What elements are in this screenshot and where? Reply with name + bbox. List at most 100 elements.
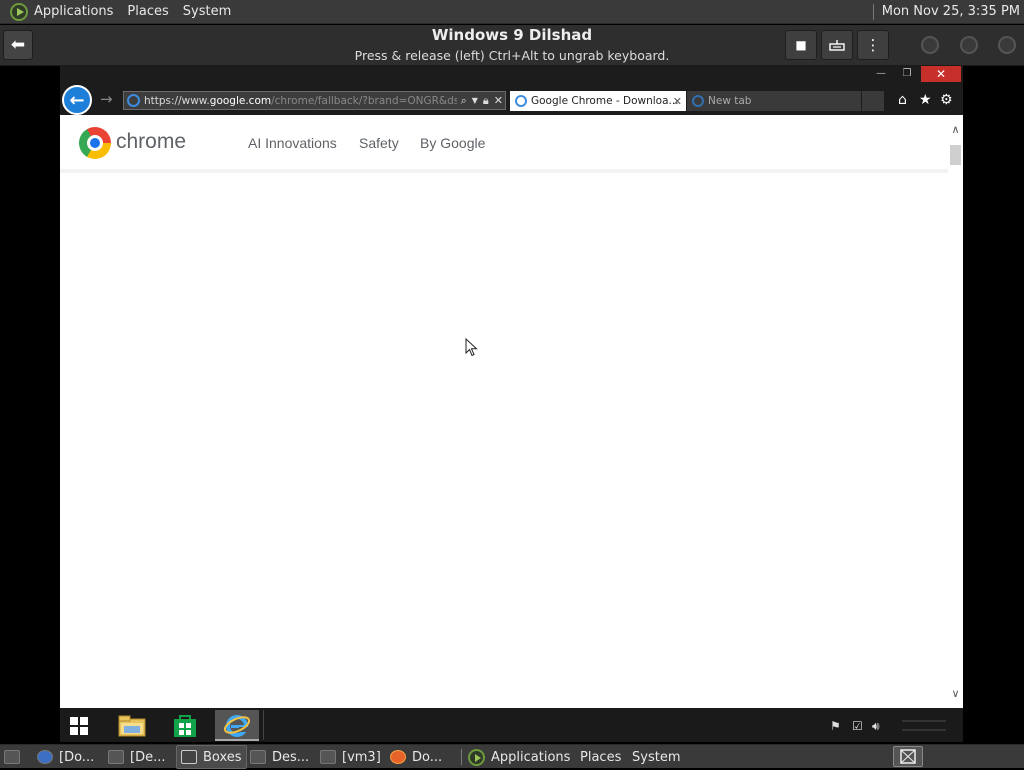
close-window-button[interactable] — [998, 36, 1016, 54]
url-path: /chrome/fallback/?brand=ONGR&ds_k — [271, 94, 471, 107]
taskbar-window-4[interactable]: Des... — [250, 745, 309, 769]
dropdown-arrow-icon[interactable]: ▼ — [472, 96, 478, 105]
folder-icon — [320, 750, 336, 764]
places-menu[interactable]: Places — [127, 4, 176, 19]
page-scrollbar[interactable]: ∧ ∨ — [948, 115, 963, 708]
ie-minimize-button[interactable]: — — [868, 67, 894, 82]
scroll-thumb[interactable] — [950, 145, 961, 165]
panel-separator — [461, 749, 462, 765]
applications-menu[interactable]: Applications — [468, 745, 570, 769]
tab-google-chrome-download[interactable]: Google Chrome - Downloa... ✕ — [510, 91, 686, 111]
chrome-logo-icon[interactable] — [79, 127, 111, 159]
url-prefix: https://www. — [144, 94, 210, 107]
search-icon[interactable]: ⌕ — [461, 94, 467, 108]
gnome-foot-icon — [468, 748, 485, 766]
tab-new-tab[interactable]: New tab — [687, 91, 861, 111]
chevron-down-icon[interactable]: ∨ — [948, 687, 963, 700]
web-page[interactable]: chrome AI Innovations Safety By Google — [60, 115, 948, 708]
window-label: [De... — [130, 749, 166, 765]
lock-icon[interactable]: 🔒︎ — [483, 94, 489, 108]
show-desktop-button[interactable] — [2, 745, 24, 769]
ie-page-icon — [692, 95, 704, 107]
vm-letterbox-left — [0, 66, 60, 742]
folder-icon — [250, 750, 266, 764]
system-menu[interactable]: System — [632, 745, 680, 769]
address-bar-icons: ⌕ ▼ 🔒︎ ✕ — [456, 92, 503, 109]
address-bar[interactable]: https://www. google.com /chrome/fallback… — [123, 91, 506, 110]
favorites-star-icon[interactable]: ★ — [919, 93, 932, 107]
ie-forward-button[interactable]: → — [100, 90, 113, 108]
bottom-panel: [Do... [De... Boxes Des... [vm3] Do... A… — [0, 744, 1024, 769]
nav-ai-innovations[interactable]: AI Innovations — [248, 135, 337, 151]
close-tab-icon[interactable]: ✕ — [673, 95, 682, 108]
stop-icon: ■ — [795, 38, 807, 52]
ie-page-icon — [127, 94, 140, 107]
panel-separator — [872, 3, 874, 20]
system-menu[interactable]: System — [183, 4, 239, 19]
gear-icon[interactable]: ⚙ — [940, 93, 953, 107]
menu-label: Applications — [491, 749, 571, 765]
folder-icon — [108, 750, 124, 764]
workspace-switcher[interactable] — [893, 746, 923, 767]
ie-toolbar: ← → https://www. google.com /chrome/fall… — [60, 84, 963, 115]
windows-tray-clock[interactable] — [898, 711, 950, 739]
applications-menu[interactable]: Applications — [34, 4, 121, 19]
boxes-icon — [900, 749, 916, 764]
keyboard-icon — [829, 40, 845, 51]
window-label: Do... — [412, 749, 443, 765]
taskbar-window-5[interactable]: [vm3] — [320, 745, 381, 769]
ie-title-bar: — ❐ ✕ — [60, 66, 963, 84]
internet-explorer-icon — [223, 714, 251, 737]
arrow-left-icon: ← — [69, 89, 85, 111]
panel-clock[interactable]: Mon Nov 25, 3:35 PM — [882, 4, 1024, 19]
action-center-flag-icon[interactable]: ⚑ — [830, 719, 841, 733]
browser-icon — [37, 750, 53, 764]
gnome-foot-icon[interactable] — [10, 2, 28, 21]
taskbar-window-1[interactable]: [Do... — [37, 745, 94, 769]
window-label: [Do... — [59, 749, 95, 765]
site-header: chrome AI Innovations Safety By Google — [60, 115, 948, 173]
new-tab-button[interactable] — [862, 91, 884, 111]
maximize-window-button[interactable] — [960, 36, 978, 54]
pause-vm-button[interactable]: ■ — [785, 30, 817, 60]
volume-icon[interactable]: 🔊︎ — [872, 719, 880, 734]
chevron-up-icon[interactable]: ∧ — [948, 123, 963, 136]
vm-letterbox-right — [963, 66, 1024, 742]
ie-restore-button[interactable]: ❐ — [894, 67, 920, 82]
taskbar-window-2[interactable]: [De... — [108, 745, 165, 769]
file-explorer-taskbar-button[interactable] — [110, 710, 154, 741]
desktop-icon — [4, 750, 20, 764]
windows-start-icon[interactable] — [70, 717, 88, 735]
tab-label: Google Chrome - Downloa... — [531, 95, 679, 107]
top-panel: Applications Places System Mon Nov 25, 3… — [0, 0, 1024, 24]
nav-safety[interactable]: Safety — [359, 135, 399, 151]
properties-menu-button[interactable]: ⋮ — [857, 30, 889, 60]
store-taskbar-button[interactable] — [163, 710, 207, 741]
tab-label: New tab — [708, 95, 752, 107]
store-bag-icon — [174, 714, 196, 737]
vm-display[interactable]: — ❐ ✕ ← → https://www. google.com /chrom… — [60, 66, 963, 742]
ie-close-button[interactable]: ✕ — [921, 66, 961, 82]
menu-label: System — [632, 749, 681, 765]
ie-back-button[interactable]: ← — [62, 85, 92, 115]
home-icon[interactable]: ⌂ — [898, 93, 907, 107]
mouse-pointer-icon — [465, 338, 478, 357]
internet-explorer-taskbar-button[interactable] — [215, 710, 259, 741]
window-label: [vm3] — [342, 749, 381, 765]
window-label: Boxes — [203, 749, 242, 765]
boxes-header-bar: ⬅ Windows 9 Dilshad Press & release (lef… — [0, 25, 1024, 66]
taskbar-window-6[interactable]: Do... — [390, 745, 442, 769]
ie-page-icon — [515, 95, 527, 107]
taskbar-separator — [263, 710, 264, 740]
network-icon[interactable]: ☑ — [852, 719, 863, 733]
taskbar-window-boxes[interactable]: Boxes — [176, 745, 247, 769]
vertical-dots-icon: ⋮ — [865, 36, 881, 54]
send-keys-button[interactable] — [821, 30, 853, 60]
places-menu[interactable]: Places — [580, 745, 621, 769]
stop-loading-icon[interactable]: ✕ — [494, 94, 503, 107]
minimize-window-button[interactable] — [921, 36, 939, 54]
url-host: google.com — [209, 94, 272, 107]
chrome-wordmark[interactable]: chrome — [116, 130, 186, 154]
nav-by-google[interactable]: By Google — [420, 135, 485, 151]
menu-label: Places — [580, 749, 622, 765]
